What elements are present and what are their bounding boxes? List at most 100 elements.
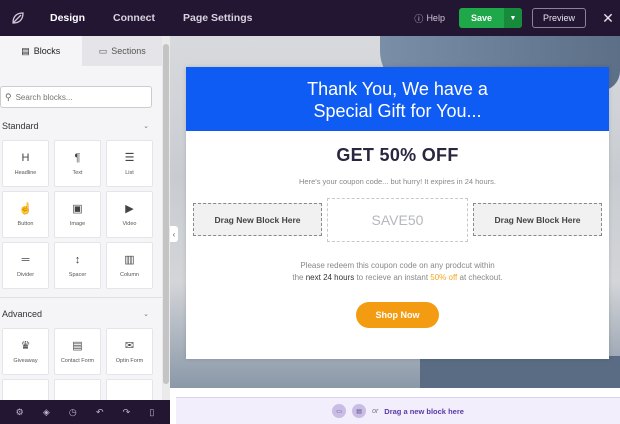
block-label: Contact Form bbox=[60, 357, 95, 364]
sidebar-scrollbar[interactable] bbox=[162, 36, 170, 400]
standard-blocks-grid: H Headline ¶ Text ☰ List ☝ Button ▣ Image ▶ Vi… bbox=[0, 140, 163, 289]
sections-icon: ▭ bbox=[98, 45, 108, 56]
advanced-label: Advanced bbox=[2, 309, 43, 319]
collapse-sidebar-chevron-icon[interactable]: ‹ bbox=[170, 226, 178, 242]
form-icon: ▤ bbox=[72, 340, 83, 352]
block-image[interactable]: ▣ Image bbox=[54, 191, 101, 238]
help-icon: ⓘ bbox=[414, 13, 424, 24]
coupon-code[interactable]: SAVE50 bbox=[327, 198, 468, 242]
divider-icon: ═ bbox=[21, 253, 30, 266]
drag-block-left[interactable]: Drag New Block Here bbox=[193, 203, 322, 236]
redeem-line-1: Please redeem this coupon code on any pr… bbox=[300, 261, 495, 270]
blocks-sidebar: ▤ Blocks ▭ Sections ⚲ Standard ⌄ H Headli… bbox=[0, 36, 164, 400]
columns-icon: ▥ bbox=[124, 254, 135, 266]
advanced-section-header[interactable]: Advanced ⌄ bbox=[0, 306, 163, 322]
block-more[interactable]: • bbox=[106, 379, 153, 400]
block-more[interactable] bbox=[54, 379, 101, 400]
coupon-subtext[interactable]: Here's your coupon code... but hurry! It… bbox=[186, 177, 609, 186]
top-actions: ⓘ Help Save ▼ Preview ✕ bbox=[414, 0, 620, 36]
help-label: Help bbox=[426, 13, 445, 23]
card-header[interactable]: Thank You, We have a Special Gift for Yo… bbox=[186, 67, 609, 131]
save-dropdown-chevron-icon[interactable]: ▼ bbox=[503, 8, 522, 28]
background-image-detail bbox=[420, 356, 620, 388]
block-contact-form[interactable]: ▤ Contact Form bbox=[54, 328, 101, 375]
drag-block-right[interactable]: Drag New Block Here bbox=[473, 203, 602, 236]
add-block-dropzone[interactable]: ▭ ▤ or Drag a new block here bbox=[176, 397, 620, 424]
layers-icon[interactable]: ◈ bbox=[43, 407, 50, 418]
dropzone-label: Drag a new block here bbox=[384, 406, 464, 416]
block-divider[interactable]: ═ Divider bbox=[2, 242, 49, 289]
pointer-icon: ☝ bbox=[18, 203, 33, 215]
trophy-icon: ♛ bbox=[20, 340, 31, 352]
seedprod-logo-icon[interactable] bbox=[0, 0, 36, 36]
nav-design[interactable]: Design bbox=[36, 0, 99, 36]
block-column[interactable]: ▥ Column bbox=[106, 242, 153, 289]
block-label: Video bbox=[122, 220, 137, 227]
tab-sections-label: Sections bbox=[111, 46, 146, 56]
nav-connect[interactable]: Connect bbox=[99, 0, 169, 36]
paragraph-icon: ¶ bbox=[74, 151, 81, 164]
block-label: Column bbox=[120, 271, 139, 278]
block-text[interactable]: ¶ Text bbox=[54, 140, 101, 187]
redeem-pre: the bbox=[292, 273, 304, 282]
add-template-icon[interactable]: ▤ bbox=[352, 404, 367, 418]
redeem-line-2: the next 24 hours to recieve an instant … bbox=[186, 272, 609, 284]
block-button[interactable]: ☝ Button bbox=[2, 191, 49, 238]
block-label: Divider bbox=[16, 271, 35, 278]
block-label: Image bbox=[69, 220, 86, 227]
scrollbar-thumb[interactable] bbox=[163, 44, 169, 384]
settings-gear-icon[interactable]: ⚙ bbox=[16, 407, 24, 418]
coupon-row: Drag New Block Here SAVE50 Drag New Bloc… bbox=[186, 198, 609, 242]
block-label: Headline bbox=[14, 169, 37, 176]
standard-section-header[interactable]: Standard ⌄ bbox=[0, 118, 163, 134]
preview-button[interactable]: Preview bbox=[531, 8, 586, 28]
block-giveaway[interactable]: ♛ Giveaway bbox=[2, 328, 49, 375]
block-label: Optin Form bbox=[115, 357, 144, 364]
block-list[interactable]: ☰ List bbox=[106, 140, 153, 187]
block-label: Giveaway bbox=[13, 357, 38, 364]
envelope-icon: ✉ bbox=[124, 340, 135, 352]
block-spacer[interactable]: ↕ Spacer bbox=[54, 242, 101, 289]
block-label: Spacer bbox=[68, 271, 87, 278]
top-bar: Design Connect Page Settings ⓘ Help Save… bbox=[0, 0, 620, 36]
heading-icon: H bbox=[21, 151, 30, 164]
save-label: Save bbox=[470, 13, 492, 23]
image-icon: ▣ bbox=[72, 203, 83, 215]
block-optin-form[interactable]: ✉ Optin Form bbox=[106, 328, 153, 375]
shop-now-button[interactable]: Shop Now bbox=[356, 302, 439, 328]
nav-page-settings[interactable]: Page Settings bbox=[169, 0, 266, 36]
coupon-card: Thank You, We have a Special Gift for Yo… bbox=[186, 67, 609, 359]
undo-icon[interactable]: ↶ bbox=[96, 407, 104, 418]
redo-icon[interactable]: ↷ bbox=[123, 407, 131, 418]
chevron-down-icon: ⌄ bbox=[143, 123, 149, 130]
spacer-icon: ↕ bbox=[74, 253, 81, 266]
block-label: Text bbox=[72, 169, 83, 176]
chevron-down-icon: ⌄ bbox=[143, 311, 149, 318]
search-icon: ⚲ bbox=[5, 91, 12, 102]
sidebar-tabs: ▤ Blocks ▭ Sections bbox=[0, 36, 163, 66]
redeem-hours: next 24 hours bbox=[305, 273, 355, 282]
standard-label: Standard bbox=[2, 121, 39, 131]
close-icon[interactable]: ✕ bbox=[596, 10, 620, 27]
tab-blocks[interactable]: ▤ Blocks bbox=[0, 36, 82, 66]
block-headline[interactable]: H Headline bbox=[2, 140, 49, 187]
offer-headline[interactable]: GET 50% OFF bbox=[186, 145, 609, 166]
tab-sections[interactable]: ▭ Sections bbox=[81, 36, 163, 66]
block-video[interactable]: ▶ Video bbox=[106, 191, 153, 238]
mobile-preview-icon[interactable]: ▯ bbox=[149, 407, 154, 418]
block-more[interactable]: • bbox=[2, 379, 49, 400]
tab-blocks-label: Blocks bbox=[33, 46, 61, 56]
save-button[interactable]: Save ▼ bbox=[458, 8, 522, 28]
redeem-mid: to recieve an instant bbox=[356, 273, 429, 282]
add-section-icon[interactable]: ▭ bbox=[332, 404, 347, 418]
search-input[interactable] bbox=[15, 92, 146, 102]
history-icon[interactable]: ◷ bbox=[69, 407, 77, 418]
dropzone-or: or bbox=[372, 407, 379, 415]
help-link[interactable]: ⓘ Help bbox=[414, 12, 445, 25]
search-field[interactable]: ⚲ bbox=[0, 86, 152, 108]
card-header-text: Thank You, We have a Special Gift for Yo… bbox=[307, 79, 488, 121]
advanced-blocks-grid: ♛ Giveaway ▤ Contact Form ✉ Optin Form • • bbox=[0, 328, 163, 400]
redeem-off: 50% off bbox=[430, 273, 458, 282]
redeem-text[interactable]: Please redeem this coupon code on any pr… bbox=[186, 260, 609, 284]
bottom-toolbar: ⚙ ◈ ◷ ↶ ↷ ▯ bbox=[0, 400, 170, 424]
